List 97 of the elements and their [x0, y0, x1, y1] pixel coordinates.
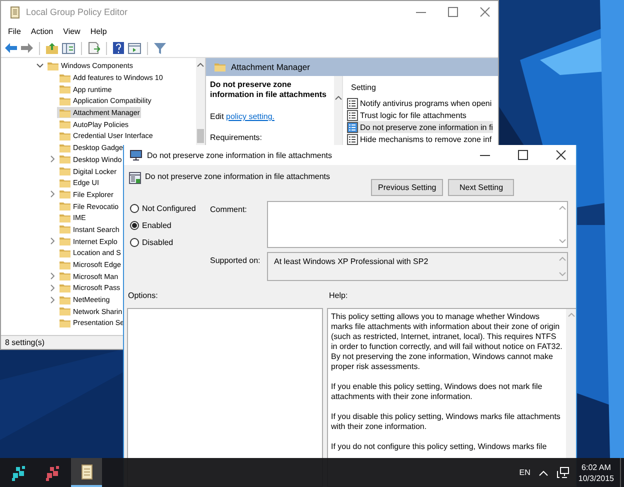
back-arrow-icon[interactable]: [5, 43, 17, 53]
folder-icon: [59, 318, 71, 328]
folder-icon: [59, 306, 71, 316]
policy-settings-icon: [129, 172, 141, 184]
list-item[interactable]: Trust logic for file attachments: [347, 109, 466, 121]
scroll-up-icon[interactable]: [334, 96, 342, 100]
tree-pane-icon[interactable]: [62, 42, 75, 54]
folder-icon: [59, 84, 71, 94]
edit-text: Edit policy setting.: [210, 112, 276, 121]
folder-icon: [59, 166, 71, 176]
clock-date: 10/3/2015: [578, 472, 614, 484]
folder-icon: [59, 260, 71, 270]
options-label: Options:: [128, 291, 159, 302]
menu-item[interactable]: Action: [26, 26, 58, 36]
help-icon[interactable]: [113, 42, 124, 54]
policy-icon: [347, 98, 358, 108]
export-icon[interactable]: [88, 42, 100, 54]
chevron-icon[interactable]: [50, 272, 54, 280]
folder-icon: [59, 224, 71, 234]
folder-icon: [59, 248, 71, 258]
help-paragraph: If you do not configure this policy setting, Windows marks file: [331, 442, 548, 452]
scroll-up-icon[interactable]: [558, 206, 566, 210]
show-desktop-button[interactable]: [620, 458, 624, 487]
folder-icon: [59, 154, 71, 164]
menu-item[interactable]: File: [3, 26, 26, 36]
folder-icon: [214, 62, 226, 72]
list-item[interactable]: Hide mechanisms to remove zone inf: [347, 133, 492, 145]
folder-up-icon[interactable]: [46, 42, 58, 54]
menu-item[interactable]: View: [58, 26, 86, 36]
radio-label[interactable]: Disabled: [142, 238, 174, 247]
folder-icon: [59, 96, 71, 106]
folder-icon: [59, 189, 71, 200]
scroll-up-icon[interactable]: [197, 63, 204, 67]
folder-icon: [59, 178, 71, 188]
folder-icon: [59, 130, 71, 141]
taskbar-app[interactable]: [71, 458, 102, 487]
close-icon[interactable]: [556, 150, 566, 160]
blocks-icon: [10, 464, 26, 480]
radio-label[interactable]: Not Configured: [142, 204, 196, 213]
radio-button[interactable]: [130, 221, 139, 230]
folder-icon: [59, 72, 71, 83]
folder-icon: [59, 282, 71, 293]
scroll-icon: [80, 464, 94, 480]
policy-icon: [347, 110, 358, 120]
help-paragraph: If you enable this policy setting, Windows does not mark file attachments with their zone information.: [331, 382, 544, 402]
scroll-down-icon[interactable]: [558, 239, 566, 243]
policy-title: Do not preserve zone information in file attachments: [210, 80, 328, 100]
folder-icon: [59, 212, 71, 223]
network-icon[interactable]: [557, 467, 570, 478]
menu-item[interactable]: Help: [85, 26, 112, 36]
radio-label[interactable]: Enabled: [142, 221, 172, 230]
chevron-icon[interactable]: [36, 63, 44, 68]
folder-icon: [47, 60, 59, 71]
policy-heading: Do not preserve zone information in file attachments: [145, 172, 330, 181]
folder-icon: [59, 142, 71, 153]
supported-label: Supported on:: [210, 256, 262, 265]
computer-icon: [130, 150, 142, 160]
list-item[interactable]: Do not preserve zone information in fi: [347, 121, 493, 133]
requirements-label: Requirements:: [210, 133, 264, 142]
policy-icon: [347, 122, 358, 132]
chevron-icon[interactable]: [50, 155, 54, 164]
folder-icon: [59, 294, 71, 305]
list-item[interactable]: Notify antivirus programs when openi: [347, 97, 492, 109]
folder-icon: [59, 119, 71, 130]
chevron-icon[interactable]: [50, 296, 54, 304]
help-label: Help:: [329, 291, 348, 302]
nav-button[interactable]: Next Setting: [448, 179, 514, 196]
chevron-icon[interactable]: [50, 190, 54, 198]
policy-setting-link[interactable]: policy setting.: [226, 112, 274, 121]
chevron-icon[interactable]: [50, 237, 54, 246]
caret-up-icon[interactable]: [539, 470, 548, 476]
language-indicator[interactable]: EN: [519, 468, 530, 477]
radio-button[interactable]: [130, 204, 139, 213]
comment-label: Comment:: [210, 205, 248, 214]
nav-button[interactable]: Previous Setting: [371, 179, 444, 196]
clock-time: 6:02 AM: [582, 462, 611, 472]
radio-button[interactable]: [130, 238, 139, 247]
help-paragraph: If you disable this policy setting, Windows marks file attachments with their zone information.: [331, 412, 562, 432]
scroll-thumb[interactable]: [197, 129, 204, 143]
folder-icon: [59, 236, 71, 246]
supported-value: At least Windows XP Professional with SP2: [273, 256, 430, 268]
maximize-icon[interactable]: [518, 150, 528, 160]
blocks-icon: [44, 464, 60, 480]
comment-field[interactable]: [267, 201, 568, 248]
folder-icon: [59, 201, 71, 212]
folder-icon: [59, 108, 71, 118]
forward-arrow-icon[interactable]: [21, 43, 33, 53]
header-title: Attachment Manager: [231, 62, 310, 72]
properties-icon[interactable]: [128, 42, 141, 54]
chevron-icon[interactable]: [50, 284, 54, 292]
window-title: Local Group Policy Editor: [26, 7, 128, 17]
clock[interactable]: 6:02 AM 10/3/2015: [578, 462, 614, 484]
app-icon: [9, 6, 21, 18]
window-title: Do not preserve zone information in file attachments: [147, 150, 332, 160]
column-header[interactable]: Setting: [347, 82, 380, 97]
filter-icon[interactable]: [154, 42, 166, 54]
folder-icon: [59, 271, 71, 282]
